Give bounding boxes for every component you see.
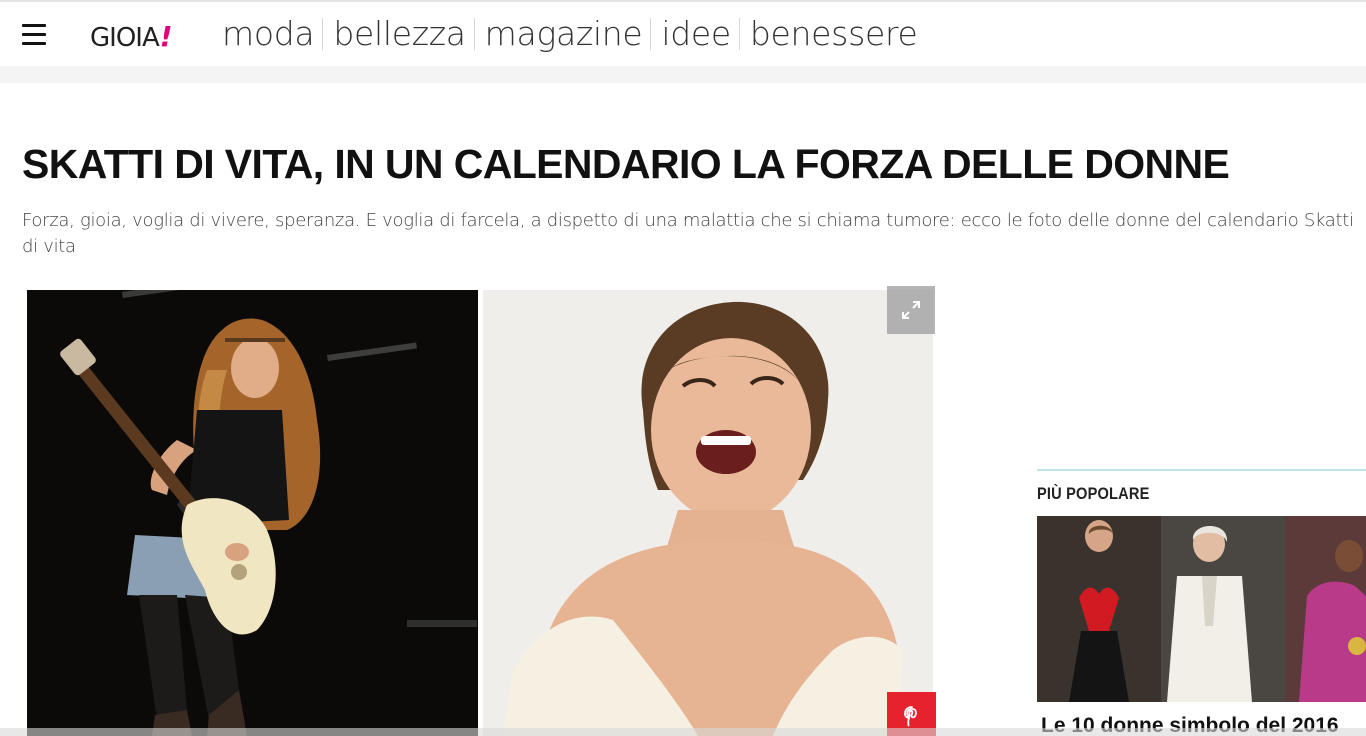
article-subtitle: Forza, gioia, voglia di vivere, speranza… [22,210,1354,257]
sidebar-heading: PIÙ POPOLARE [1037,484,1150,503]
popular-article-thumbnail[interactable] [1037,516,1366,702]
site-header: GIOIA ! moda bellezza magazine idee bene… [0,0,1366,66]
nav-item-bellezza[interactable]: bellezza [323,12,473,56]
article-title: SKATTI DI VITA, IN UN CALENDARIO LA FORZ… [22,141,1230,187]
sidebar-divider [1037,469,1366,471]
nav-item-idee[interactable]: idee [651,12,739,56]
gallery-photo-guitarist[interactable] [27,290,478,736]
nav-item-benessere[interactable]: benessere [740,12,926,56]
nav-item-magazine[interactable]: magazine [475,12,651,56]
logo-text: GIOIA [90,23,160,53]
site-logo[interactable]: GIOIA ! [90,20,173,53]
menu-icon[interactable] [22,24,46,46]
header-band [0,66,1366,83]
logo-mark: ! [159,20,173,53]
gallery-photo-laughing-woman[interactable] [483,290,933,736]
expand-icon[interactable] [887,286,935,334]
main-nav: moda bellezza magazine idee benessere [212,12,926,56]
bottom-scroll-edge [0,728,1366,736]
nav-item-moda[interactable]: moda [212,12,322,56]
